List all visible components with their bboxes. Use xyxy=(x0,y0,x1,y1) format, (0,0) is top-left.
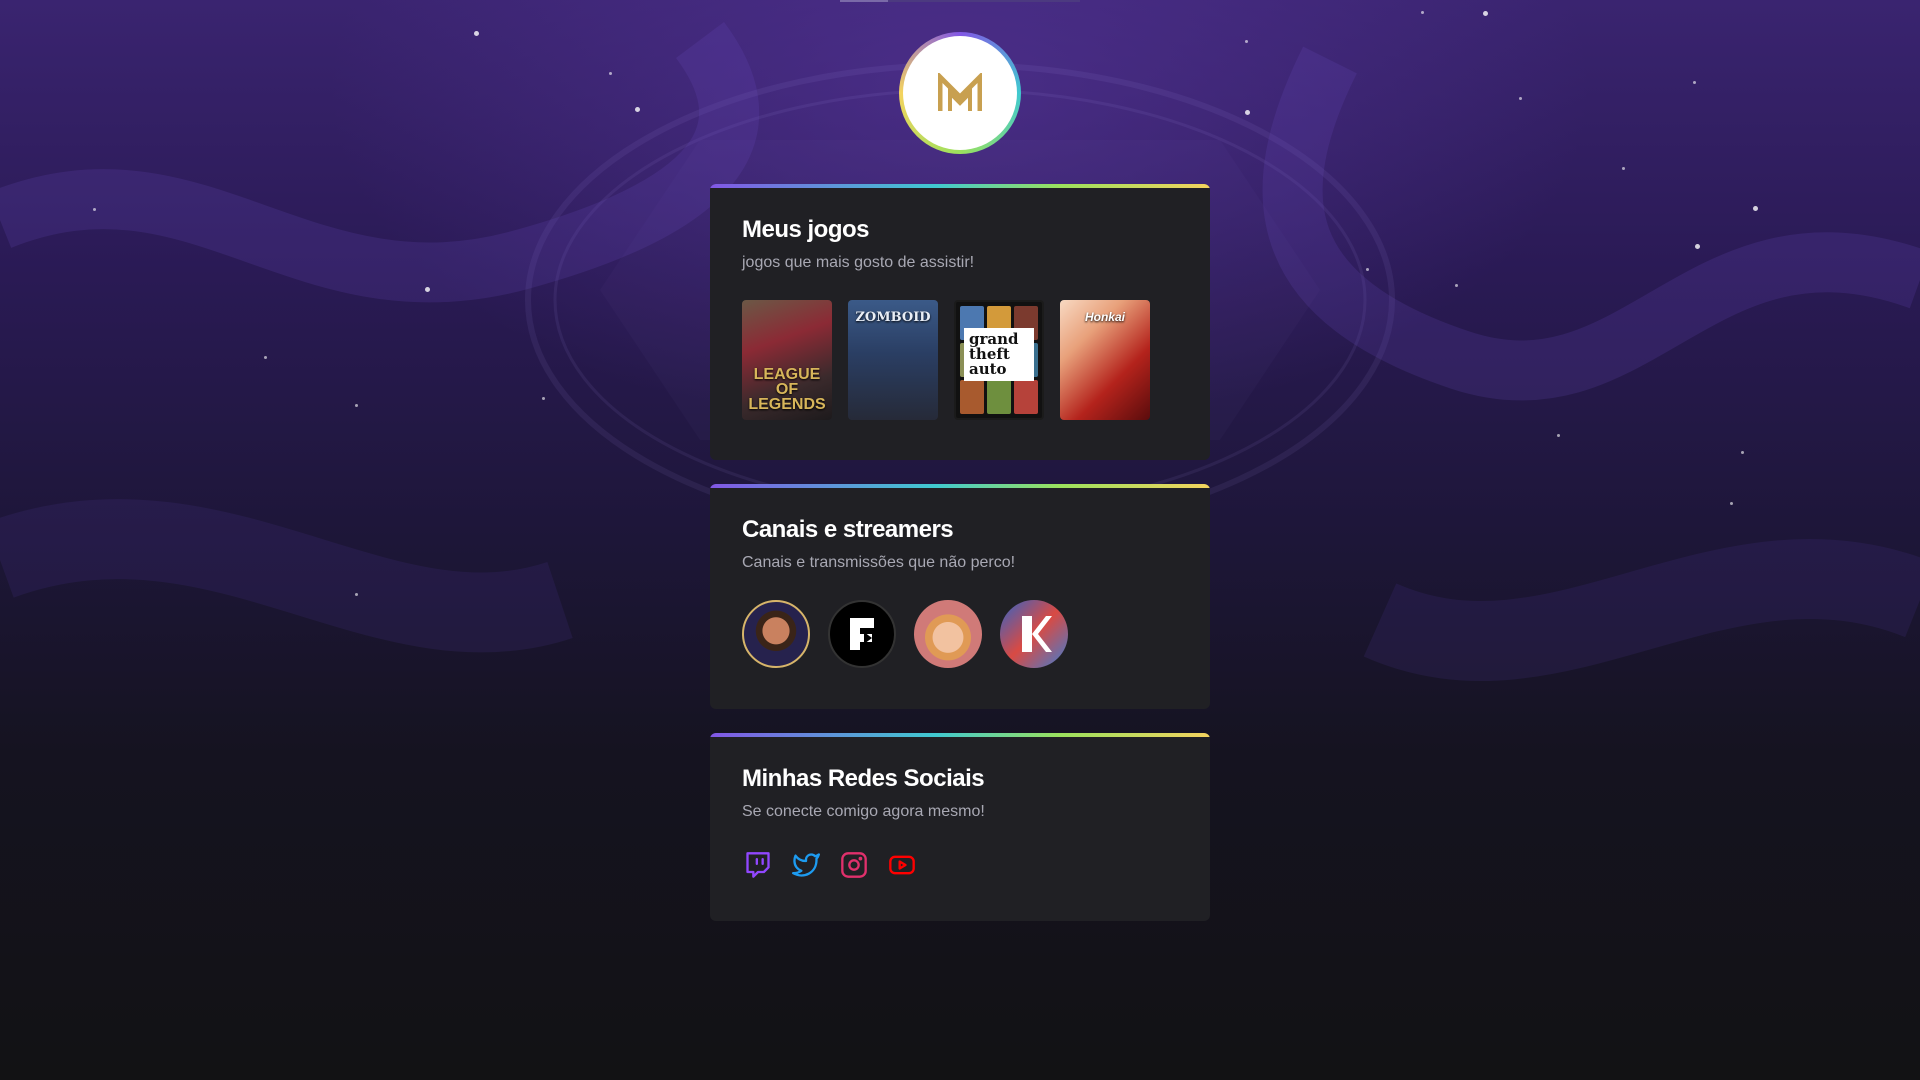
game-gta-v[interactable]: grand theft auto xyxy=(954,300,1044,420)
star xyxy=(1695,244,1700,249)
star xyxy=(1622,167,1625,170)
youtube-link[interactable] xyxy=(886,849,918,881)
star xyxy=(1753,206,1758,211)
star xyxy=(1519,97,1522,100)
social-links xyxy=(742,849,1178,881)
star xyxy=(93,208,96,211)
profile-avatar[interactable] xyxy=(899,32,1021,154)
star xyxy=(1693,81,1696,84)
game-caption: LEAGUE OF LEGENDS xyxy=(748,366,826,413)
star xyxy=(542,397,545,400)
streamer-logo-icon xyxy=(1022,616,1052,652)
instagram-icon xyxy=(841,852,867,878)
twitter-icon xyxy=(792,853,820,877)
twitch-icon xyxy=(746,852,770,878)
game-caption: ZOMBOID xyxy=(855,310,931,325)
game-project-zomboid[interactable]: ZOMBOID xyxy=(848,300,938,420)
star xyxy=(1245,40,1248,43)
streamer-avatar-3[interactable] xyxy=(914,600,982,668)
streamers-title: Canais e streamers xyxy=(742,516,954,543)
twitch-link[interactable] xyxy=(742,849,774,881)
games-title: Meus jogos xyxy=(742,216,870,243)
social-title: Minhas Redes Sociais xyxy=(742,765,985,792)
star xyxy=(1557,434,1560,437)
star xyxy=(1366,268,1369,271)
brand-logo-icon xyxy=(938,73,982,111)
star xyxy=(1730,502,1733,505)
streamer-avatar-4[interactable] xyxy=(1000,600,1068,668)
star xyxy=(1245,110,1250,115)
social-subtitle: Se conecte comigo agora mesmo! xyxy=(742,803,985,820)
streamer-avatar-1[interactable] xyxy=(742,600,810,668)
star xyxy=(474,31,479,36)
game-caption: grand theft auto xyxy=(964,328,1034,381)
streamers-list xyxy=(742,600,1178,668)
game-league-of-legends[interactable]: LEAGUE OF LEGENDS xyxy=(742,300,832,420)
instagram-link[interactable] xyxy=(838,849,870,881)
streamer-logo-icon xyxy=(850,618,874,650)
games-subtitle: jogos que mais gosto de assistir! xyxy=(742,254,975,271)
star xyxy=(1421,11,1424,14)
star xyxy=(609,72,612,75)
games-card: Meus jogos jogos que mais gosto de assis… xyxy=(710,184,1210,460)
games-list: LEAGUE OF LEGENDS ZOMBOID grand theft au… xyxy=(742,300,1178,420)
star xyxy=(355,404,358,407)
streamers-subtitle: Canais e transmissões que não perco! xyxy=(742,554,1016,571)
twitter-link[interactable] xyxy=(790,849,822,881)
avatar-inner xyxy=(903,36,1017,150)
streamers-card: Canais e streamers Canais e transmissões… xyxy=(710,484,1210,709)
streamer-avatar-2[interactable] xyxy=(828,600,896,668)
game-honkai-impact[interactable]: Honkai xyxy=(1060,300,1150,420)
youtube-icon xyxy=(889,855,915,875)
star xyxy=(1483,11,1488,16)
social-card: Minhas Redes Sociais Se conecte comigo a… xyxy=(710,733,1210,921)
star xyxy=(1741,451,1744,454)
star xyxy=(264,356,267,359)
star xyxy=(635,107,640,112)
star xyxy=(355,593,358,596)
top-indicator xyxy=(840,0,1080,2)
star xyxy=(425,287,430,292)
star xyxy=(1455,284,1458,287)
game-caption: Honkai xyxy=(1084,310,1125,324)
